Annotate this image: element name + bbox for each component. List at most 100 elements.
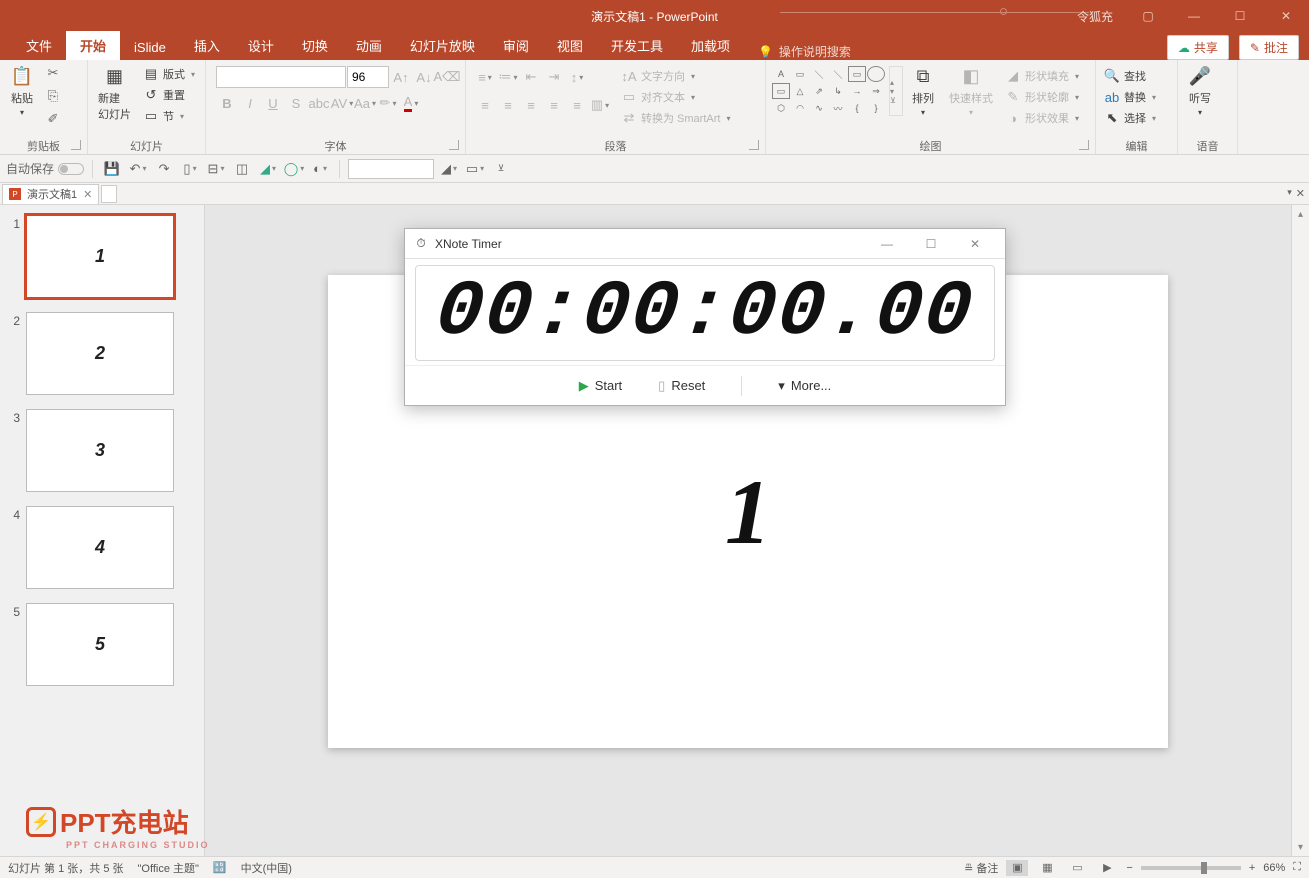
more-button[interactable]: ▾More...	[778, 378, 831, 394]
clear-format-button[interactable]: A⌫	[436, 66, 458, 88]
doc-tab-1[interactable]: P 演示文稿1 ✕	[2, 184, 99, 204]
comments-button[interactable]: ✎批注	[1239, 35, 1299, 60]
spell-check-icon[interactable]: 🔡	[213, 861, 227, 874]
increase-indent-button[interactable]: ⇥	[543, 66, 565, 88]
tell-me-search[interactable]: 💡 操作说明搜索	[744, 43, 865, 60]
highlight-button[interactable]: ✏	[377, 92, 399, 114]
qat-combo[interactable]	[348, 159, 434, 179]
reset-button[interactable]: ▯Reset	[658, 378, 705, 394]
text-direction-button[interactable]: ↕A文字方向	[617, 66, 734, 86]
paste-button[interactable]: 📋 粘贴 ▾	[4, 62, 40, 119]
tab-slideshow[interactable]: 幻灯片放映	[396, 31, 489, 60]
increase-font-button[interactable]: A↑	[390, 66, 412, 88]
tab-transition[interactable]: 切换	[288, 31, 342, 60]
decrease-font-button[interactable]: A↓	[413, 66, 435, 88]
qat-btn-b[interactable]: ▭	[464, 158, 486, 180]
change-case-button[interactable]: Aa	[354, 92, 376, 114]
italic-button[interactable]: I	[239, 92, 261, 114]
bullets-button[interactable]: ≡	[474, 66, 496, 88]
copy-button[interactable]: ⎘	[42, 85, 64, 107]
align-right-button[interactable]: ≡	[520, 94, 542, 116]
drawing-launcher[interactable]	[1079, 140, 1089, 150]
ribbon-display-options-icon[interactable]: ▢	[1125, 0, 1171, 32]
decrease-indent-button[interactable]: ⇤	[520, 66, 542, 88]
slide-thumbnail-4[interactable]: 4	[26, 506, 174, 589]
user-name[interactable]: 令狐充	[1065, 8, 1125, 25]
xnote-close-icon[interactable]: ✕	[953, 230, 997, 258]
redo-button[interactable]: ↷	[153, 158, 175, 180]
sorter-view-button[interactable]: ▦	[1036, 860, 1058, 876]
shapes-more-button[interactable]: ▴▾⊻	[889, 66, 903, 116]
font-size-combo[interactable]	[347, 66, 389, 88]
layout-button[interactable]: ▤版式	[139, 64, 199, 84]
numbering-button[interactable]: ≔	[497, 66, 519, 88]
slide-thumbnail-2[interactable]: 2	[26, 312, 174, 395]
fit-window-button[interactable]: ⛶	[1293, 861, 1301, 874]
shape-outline-button[interactable]: ✎形状轮廓	[1001, 87, 1083, 107]
maximize-icon[interactable]: ☐	[1217, 0, 1263, 32]
clipboard-launcher[interactable]	[71, 140, 81, 150]
find-button[interactable]: 🔍查找	[1100, 66, 1160, 86]
xnote-timer-window[interactable]: ⏱ XNote Timer — ☐ ✕ 00:00:00.00 ▶Start ▯…	[404, 228, 1006, 406]
bold-button[interactable]: B	[216, 92, 238, 114]
slide-counter[interactable]: 幻灯片 第 1 张，共 5 张	[8, 860, 124, 876]
vertical-scrollbar[interactable]: ▴ ▾	[1291, 205, 1309, 856]
line-spacing-button[interactable]: ↕	[566, 66, 588, 88]
replace-button[interactable]: ab替换	[1100, 87, 1160, 107]
tab-addin[interactable]: 加载项	[677, 31, 744, 60]
font-name-combo[interactable]	[216, 66, 346, 88]
align-center-button[interactable]: ≡	[497, 94, 519, 116]
slide-thumbnail-5[interactable]: 5	[26, 603, 174, 686]
qat-effects-button[interactable]: ◐	[309, 158, 331, 180]
qat-shape-button[interactable]: ◯	[283, 158, 305, 180]
new-doc-tab-button[interactable]	[101, 185, 117, 203]
shape-effects-button[interactable]: ◑形状效果	[1001, 108, 1083, 128]
autosave-toggle[interactable]	[58, 163, 84, 175]
qat-btn-1[interactable]: ▯	[179, 158, 201, 180]
format-painter-button[interactable]: ✐	[42, 108, 64, 130]
qat-customize-button[interactable]: ⊻	[490, 158, 512, 180]
shapes-gallery[interactable]: A▭＼＼▭ ▭△⇗↳→⇒ ⬡◠∿〰{}	[772, 66, 885, 116]
notes-button[interactable]: ≞ 备注	[964, 860, 998, 876]
quick-styles-button[interactable]: ◧快速样式▾	[943, 62, 999, 119]
xnote-maximize-icon[interactable]: ☐	[909, 230, 953, 258]
slide-thumbnail-3[interactable]: 3	[26, 409, 174, 492]
xnote-minimize-icon[interactable]: —	[865, 230, 909, 258]
tab-animation[interactable]: 动画	[342, 31, 396, 60]
tab-file[interactable]: 文件	[12, 31, 66, 60]
close-all-tabs-button[interactable]: ✕	[1296, 187, 1305, 200]
paragraph-launcher[interactable]	[749, 140, 759, 150]
tab-insert[interactable]: 插入	[180, 31, 234, 60]
zoom-out-button[interactable]: −	[1126, 862, 1132, 874]
tab-home[interactable]: 开始	[66, 31, 120, 60]
new-slide-button[interactable]: ▦ 新建 幻灯片	[92, 62, 137, 124]
tab-view[interactable]: 视图	[543, 31, 597, 60]
language-indicator[interactable]: 中文(中国)	[241, 860, 292, 876]
normal-view-button[interactable]: ▣	[1006, 860, 1028, 876]
shadow-button[interactable]: abc	[308, 92, 330, 114]
save-button[interactable]: 💾	[101, 158, 123, 180]
close-tab-icon[interactable]: ✕	[83, 188, 92, 201]
xnote-titlebar[interactable]: ⏱ XNote Timer — ☐ ✕	[405, 229, 1005, 259]
tab-developer[interactable]: 开发工具	[597, 31, 677, 60]
theme-name[interactable]: "Office 主题"	[138, 860, 199, 876]
scroll-up-icon[interactable]: ▴	[1292, 205, 1309, 223]
slide-thumbnail-1[interactable]: 1	[26, 215, 174, 298]
share-button[interactable]: ☁共享	[1167, 35, 1229, 60]
close-icon[interactable]: ✕	[1263, 0, 1309, 32]
tab-islide[interactable]: iSlide	[120, 35, 180, 60]
scroll-down-icon[interactable]: ▾	[1292, 838, 1309, 856]
char-spacing-button[interactable]: AV	[331, 92, 353, 114]
reading-view-button[interactable]: ▭	[1066, 860, 1088, 876]
start-button[interactable]: ▶Start	[579, 378, 622, 394]
font-launcher[interactable]	[449, 140, 459, 150]
tab-review[interactable]: 审阅	[489, 31, 543, 60]
align-left-button[interactable]: ≡	[474, 94, 496, 116]
qat-align-button[interactable]: ⊟	[205, 158, 227, 180]
distribute-button[interactable]: ≡	[566, 94, 588, 116]
slideshow-view-button[interactable]: ▶	[1096, 860, 1118, 876]
tab-design[interactable]: 设计	[234, 31, 288, 60]
tab-nav-dropdown[interactable]: ▾	[1287, 187, 1292, 200]
undo-button[interactable]: ↶	[127, 158, 149, 180]
dictate-button[interactable]: 🎤听写▾	[1182, 62, 1218, 119]
